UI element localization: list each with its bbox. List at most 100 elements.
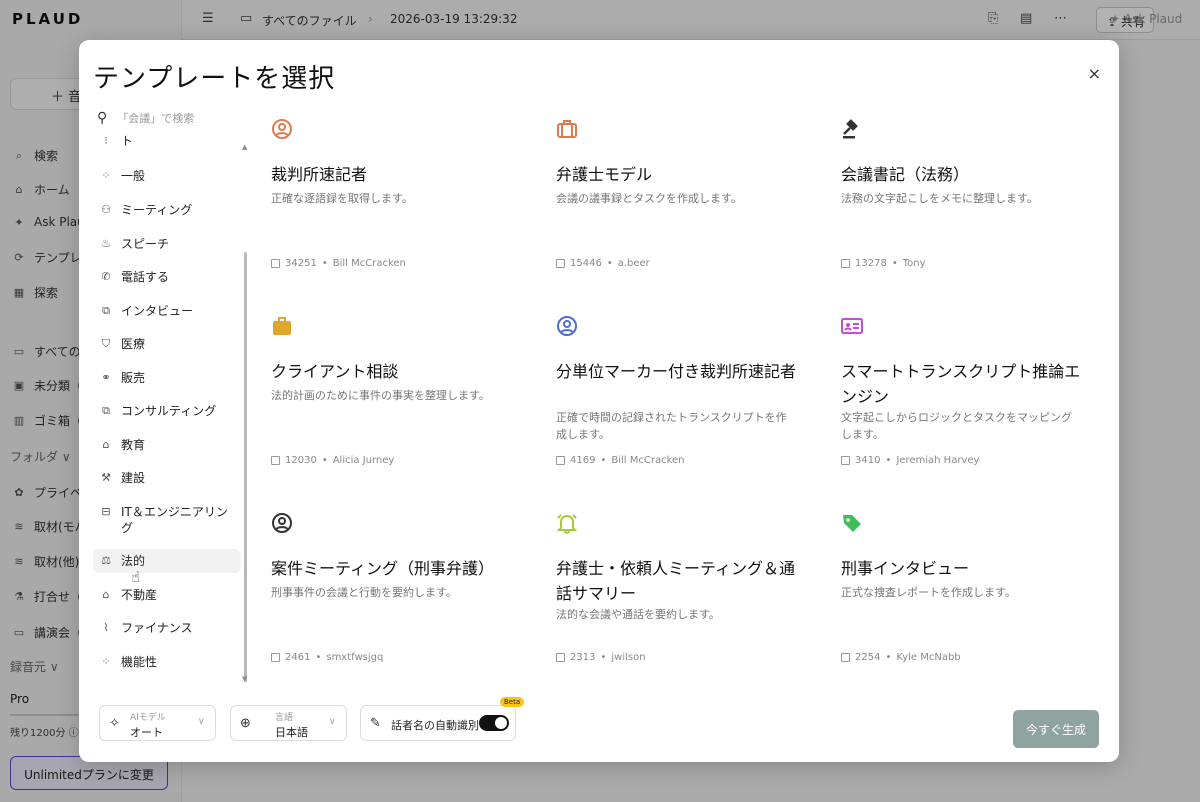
template-author: Tony (902, 258, 926, 269)
globe-icon: ⊕ (240, 716, 251, 731)
category-label: 建設 (121, 471, 146, 485)
category-scrollbar[interactable] (244, 252, 247, 682)
speaker-toggle[interactable] (479, 715, 509, 731)
meta-separator: • (600, 455, 607, 466)
category-item-6[interactable]: ⧉ インタビュー (93, 299, 241, 323)
language-select[interactable]: ⊕ 言語 日本語 ∨ (230, 705, 347, 741)
speaker-label: 話者名の自動識別 (391, 719, 479, 732)
category-label: ファイナンス (121, 621, 193, 635)
category-item-15[interactable]: ⌇ ファイナンス (93, 616, 241, 640)
medical-icon: ⛉ (101, 337, 111, 350)
language-label: 言語 (275, 713, 294, 723)
template-meta: 15446 • a.beer (556, 258, 650, 269)
category-label: 電話する (121, 270, 170, 284)
category-item-1[interactable]: ⁝ ト (93, 135, 241, 153)
language-value: 日本語 (275, 726, 308, 739)
usage-count: 2313 (570, 652, 596, 663)
scroll-up-icon[interactable]: ▲ (242, 143, 247, 151)
category-label: 不動産 (121, 588, 158, 602)
template-title: スマートトランスクリプト推論エンジン (841, 362, 1081, 406)
template-card[interactable]: クライアント相談 法的計画のために事件の事実を整理します。 12030 • Alicia… (271, 315, 521, 475)
template-card[interactable]: スマートトランスクリプト推論エンジン文字起こしからロジックとタスクをマッピングし… (841, 315, 1091, 475)
category-item-9[interactable]: ⧉ コンサルティング (93, 399, 241, 423)
meta-separator: • (606, 258, 613, 269)
template-author: Jeremiah Harvey (896, 455, 980, 466)
meta-separator: • (885, 455, 892, 466)
category-item-8[interactable]: ⚭ 販売 (93, 366, 241, 390)
usage-count: 12030 (285, 455, 317, 466)
template-description: 刑事事件の会議と行動を要約します。 (271, 586, 457, 599)
usage-count-icon (271, 653, 280, 662)
category-label: 機能性 (121, 655, 158, 669)
category-item-7[interactable]: ⛉ 医療 (93, 332, 241, 356)
template-meta: 34251 • Bill McCracken (271, 258, 406, 269)
template-description: 法的計画のために事件の事実を整理します。 (271, 389, 490, 402)
usage-count-icon (556, 456, 565, 465)
template-description: 文字起こしからロジックとタスクをマッピングします。 (841, 411, 1072, 441)
category-item-16[interactable]: ⁘ 機能性 (93, 650, 241, 674)
template-description: 法務の文字起こしをメモに整理します。 (841, 192, 1038, 205)
category-item-2[interactable]: ⁘ 一般 (93, 164, 241, 188)
search-placeholder: 「会議」で検索 (117, 112, 195, 125)
chevron-down-icon: ∨ (197, 716, 205, 727)
usage-count-icon (271, 259, 280, 268)
category-label: 医療 (121, 337, 146, 351)
scroll-down-icon[interactable]: ▼ (242, 675, 247, 683)
template-card[interactable]: 会議書記（法務） 法務の文字起こしをメモに整理します。 13278 • Tony (841, 118, 1091, 278)
category-label: インタビュー (121, 304, 194, 318)
category-item-12[interactable]: ⊟ IT＆エンジニアリング (93, 500, 241, 540)
category-item-4[interactable]: ♨ スピーチ (93, 232, 241, 256)
template-title: 案件ミーティング（刑事弁護） (271, 559, 495, 578)
template-select-modal: テンプレートを選択 × ⚲ 「会議」で検索 ⁝ ト ⁘ 一般 ⚇ ミーティング ♨ スピーチ ✆… (79, 40, 1119, 762)
usage-count: 4169 (570, 455, 596, 466)
meta-separator: • (321, 455, 328, 466)
category-item-13[interactable]: ⚖ 法的 (93, 549, 241, 573)
category-label: スピーチ (121, 237, 170, 251)
template-description: 会議の議事録とタスクを作成します。 (556, 192, 742, 205)
category-item-11[interactable]: ⚒ 建設 (93, 466, 241, 490)
category-item-3[interactable]: ⚇ ミーティング (93, 198, 241, 222)
ai-model-value: オート (130, 726, 163, 739)
id-card-icon (841, 315, 863, 337)
template-description: 法的な会議や通話を要約します。 (556, 608, 720, 621)
phone-icon: ✆ (101, 270, 111, 283)
template-card[interactable]: 案件ミーティング（刑事弁護） 刑事事件の会議と行動を要約します。 2461 • smxt… (271, 512, 521, 672)
usage-count-icon (556, 653, 565, 662)
category-item-10[interactable]: ⌂ 教育 (93, 433, 241, 457)
ai-model-label: AIモデル (130, 713, 166, 723)
it-icon: ⊟ (101, 505, 111, 518)
category-label: 販売 (121, 371, 146, 385)
ai-model-select[interactable]: ✧ AIモデル オート ∨ (99, 705, 216, 741)
template-meta: 2461 • smxtfwsjgq (271, 652, 383, 663)
category-item-14[interactable]: ⌂ 不動産 (93, 583, 241, 607)
category-item-5[interactable]: ✆ 電話する (93, 265, 241, 289)
category-label: コンサルティング (121, 404, 217, 418)
close-icon[interactable]: × (1088, 64, 1101, 83)
generate-now-button[interactable]: 今すぐ生成 (1013, 710, 1099, 748)
meta-separator: • (600, 652, 607, 663)
template-title: 裁判所速記者 (271, 165, 368, 184)
function-icon: ⁘ (101, 655, 111, 668)
speaker-edit-icon: ✎ (370, 716, 381, 731)
real-estate-icon: ⌂ (102, 588, 110, 601)
consulting-icon: ⧉ (102, 404, 110, 417)
sparkle-icon: ✧ (109, 716, 120, 731)
template-card[interactable]: 刑事インタビュー 正式な捜査レポートを作成します。 2254 • Kyle McNabb (841, 512, 1091, 672)
category-label: ト (121, 135, 134, 148)
template-author: smxtfwsjgq (326, 652, 384, 663)
template-card[interactable]: 分単位マーカー付き裁判所速記者 正確で時間の記録されたトランスクリプトを作成します… (556, 315, 806, 475)
briefcase-outline-icon (556, 118, 578, 140)
template-title: 会議書記（法務） (841, 165, 970, 184)
category-label: ミーティング (121, 203, 193, 217)
template-description: 正確な逐語録を取得します。 (271, 192, 413, 205)
template-card[interactable]: 弁護士モデル 会議の議事録とタスクを作成します。 15446 • a.beer (556, 118, 806, 278)
construction-icon: ⚒ (101, 471, 111, 484)
usage-count: 15446 (570, 258, 602, 269)
meta-separator: • (315, 652, 322, 663)
legal-icon: ⚖ (101, 554, 111, 567)
template-search-input[interactable]: ⚲ 「会議」で検索 (97, 107, 247, 129)
template-card[interactable]: 裁判所速記者正確な逐語録を取得します。 34251 • Bill McCracken (271, 118, 521, 278)
sales-icon: ⚭ (101, 371, 111, 384)
mouse-cursor-icon: ☝ (131, 568, 141, 586)
template-card[interactable]: 弁護士・依頼人ミーティング＆通話サマリー 法的な会議や通話を要約します。 2313 •… (556, 512, 806, 672)
